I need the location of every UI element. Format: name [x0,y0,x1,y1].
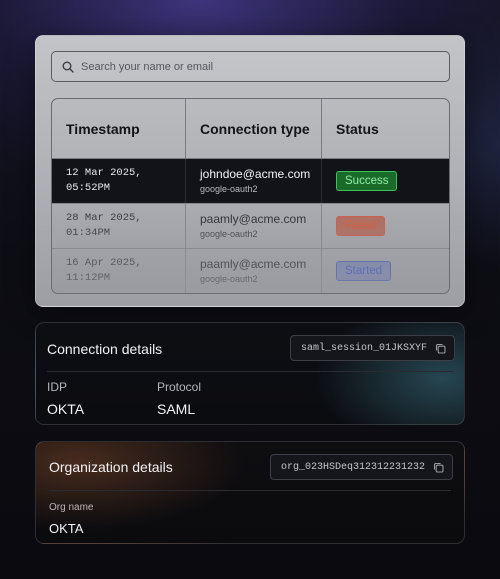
idp-label: IDP [47,380,68,394]
table-row[interactable]: 16 Apr 2025, 11:12PM paamly@acme.com goo… [52,249,449,293]
org-name-value: OKTA [49,521,84,536]
copy-icon[interactable] [433,462,444,473]
protocol-label: Protocol [157,380,202,394]
timestamp-cell: 28 Mar 2025, 01:34PM [52,204,186,248]
status-badge: Started [336,261,392,281]
copy-icon[interactable] [435,343,446,354]
status-cell: Failed [322,204,449,248]
status-badge: Success [336,171,398,191]
divider [49,490,451,491]
table-row[interactable]: 28 Mar 2025, 01:34PM paamly@acme.com goo… [52,204,449,249]
session-id-chip[interactable]: saml_session_01JKSXYF [290,335,456,361]
connection-cell: paamly@acme.com google-oauth2 [186,249,322,293]
status-cell: Success [322,159,449,203]
connection-email: paamly@acme.com [200,256,307,271]
connection-provider: google-oauth2 [200,228,258,239]
table-header: Timestamp Connection type Status [52,99,449,159]
timestamp-cell: 12 Mar 2025, 05:52PM [52,159,186,203]
logs-panel: Timestamp Connection type Status 12 Mar … [35,35,465,307]
timestamp-cell: 16 Apr 2025, 11:12PM [52,249,186,293]
timestamp-time: 05:52PM [66,182,111,194]
timestamp-date: 16 Apr 2025, [66,257,142,269]
table-row[interactable]: 12 Mar 2025, 05:52PM johndoe@acme.com go… [52,159,449,204]
connection-cell: johndoe@acme.com google-oauth2 [186,159,322,203]
org-id: org_023HSDeq312312231232 [281,461,426,473]
search-input[interactable] [81,60,411,73]
header-timestamp[interactable]: Timestamp [52,99,186,158]
connection-details-card: Connection details saml_session_01JKSXYF… [35,322,465,425]
status-cell: Started [322,249,449,293]
status-badge: Failed [336,216,386,236]
search-icon [62,61,74,73]
header-connection-type[interactable]: Connection type [186,99,322,158]
connection-provider: google-oauth2 [200,273,258,284]
divider [47,371,453,372]
connection-email: johndoe@acme.com [200,166,311,181]
organization-details-title: Organization details [49,459,173,475]
timestamp-date: 28 Mar 2025, [66,212,142,224]
idp-value: OKTA [47,401,85,417]
search-bar[interactable] [51,51,450,82]
session-id: saml_session_01JKSXYF [301,342,428,354]
protocol-value: SAML [157,401,196,417]
organization-details-card: Organization details org_023HSDeq3123122… [35,441,465,544]
connection-details-title: Connection details [47,341,163,357]
org-name-label: Org name [49,502,94,513]
connection-cell: paamly@acme.com google-oauth2 [186,204,322,248]
timestamp-time: 01:34PM [66,227,111,239]
header-status[interactable]: Status [322,99,449,158]
connection-provider: google-oauth2 [200,183,258,194]
org-id-chip[interactable]: org_023HSDeq312312231232 [270,454,454,480]
timestamp-time: 11:12PM [66,272,111,284]
timestamp-date: 12 Mar 2025, [66,167,142,179]
connection-email: paamly@acme.com [200,211,307,226]
connections-table: Timestamp Connection type Status 12 Mar … [51,98,450,294]
